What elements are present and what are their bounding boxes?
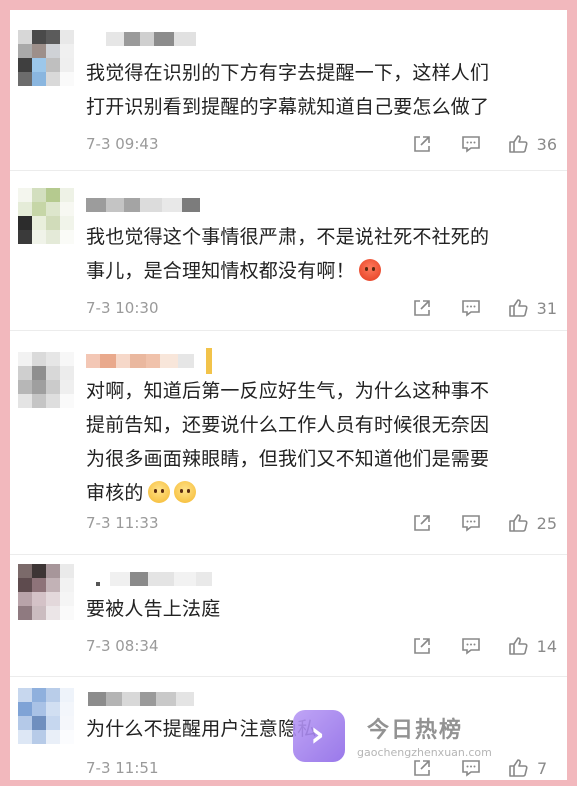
comment-text: 要被人告上法庭 <box>86 598 221 620</box>
like-count: 31 <box>536 298 557 318</box>
avatar[interactable] <box>18 30 74 86</box>
worried-face-icon <box>173 481 196 503</box>
watermark-title: 今日热榜 <box>367 718 464 743</box>
comment-text: 对啊，知道后第一反应好生气，为什么这种事不 提前告知，还要说什么工作人员有时候很… <box>86 380 490 504</box>
like-count: 14 <box>536 636 557 656</box>
share-icon[interactable] <box>411 635 433 657</box>
like-button[interactable]: 36 <box>507 133 557 155</box>
avatar[interactable] <box>18 352 74 408</box>
username-blurred[interactable] <box>106 32 196 48</box>
comment-icon[interactable] <box>460 133 482 155</box>
thumbs-up-icon <box>507 635 529 657</box>
username-blurred[interactable] <box>88 692 194 708</box>
like-button[interactable]: 14 <box>507 635 557 657</box>
comment-meta: 7-3 09:43 36 <box>86 132 557 156</box>
like-button[interactable]: 25 <box>507 512 557 534</box>
thumbs-up-icon <box>507 297 529 319</box>
comment-meta: 7-3 08:34 14 <box>86 634 557 658</box>
share-icon[interactable] <box>411 297 433 319</box>
comment-meta: 7-3 10:30 31 <box>86 296 557 320</box>
comment-icon[interactable] <box>460 512 482 534</box>
like-count: 25 <box>536 513 557 533</box>
comment-meta: 7-3 11:33 25 <box>86 511 557 535</box>
comment-text: 我觉得在识别的下方有字去提醒一下，这样人们 打开识别看到提醒的字幕就知道自己要怎… <box>86 62 490 118</box>
thumbs-up-icon <box>507 512 529 534</box>
timestamp: 7-3 08:34 <box>86 637 159 655</box>
angry-face-icon <box>358 259 381 281</box>
comment-item: 对啊，知道后第一反应好生气，为什么这种事不 提前告知，还要说什么工作人员有时候很… <box>10 330 567 555</box>
avatar[interactable] <box>18 688 74 744</box>
comment-item: 要被人告上法庭 7-3 08:34 14 <box>10 554 567 677</box>
timestamp: 7-3 11:33 <box>86 514 159 532</box>
share-icon[interactable] <box>411 512 433 534</box>
like-count: 7 <box>537 758 548 778</box>
comment-item: 我觉得在识别的下方有字去提醒一下，这样人们 打开识别看到提醒的字幕就知道自己要怎… <box>10 10 567 171</box>
like-count: 36 <box>536 134 557 154</box>
comment-icon[interactable] <box>460 297 482 319</box>
comment-text: 我也觉得这个事情很严肃，不是说社死不社死的 事儿，是合理知情权都没有啊！ <box>86 226 490 282</box>
timestamp: 7-3 09:43 <box>86 135 159 153</box>
share-icon[interactable] <box>411 133 433 155</box>
username-blurred[interactable] <box>86 198 200 214</box>
avatar[interactable] <box>18 188 74 244</box>
timestamp: 7-3 10:30 <box>86 299 159 317</box>
watermark-logo-icon <box>293 710 345 762</box>
thumbs-up-icon <box>507 133 529 155</box>
like-button[interactable]: 31 <box>507 297 557 319</box>
username-blurred[interactable] <box>86 348 212 374</box>
worried-face-icon <box>147 481 170 503</box>
watermark: 今日热榜 gaochengzhenxuan.com <box>293 708 533 764</box>
comment-item: 我也觉得这个事情很严肃，不是说社死不社死的 事儿，是合理知情权都没有啊！ 7-3… <box>10 170 567 331</box>
comment-list: 我觉得在识别的下方有字去提醒一下，这样人们 打开识别看到提醒的字幕就知道自己要怎… <box>10 10 567 780</box>
username-blurred[interactable] <box>96 572 212 588</box>
watermark-url: gaochengzhenxuan.com <box>357 746 492 759</box>
avatar[interactable] <box>18 564 74 620</box>
comment-icon[interactable] <box>460 635 482 657</box>
